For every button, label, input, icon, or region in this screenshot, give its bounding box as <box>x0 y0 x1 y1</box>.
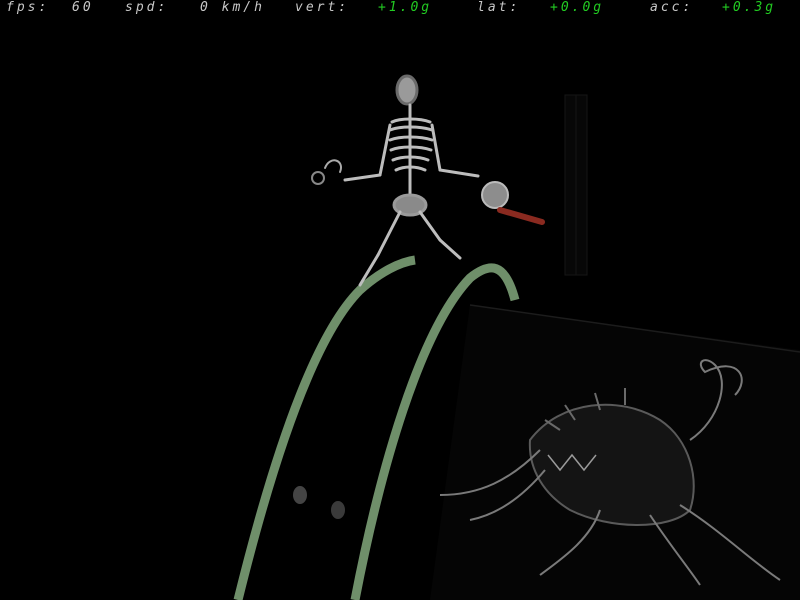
track-light-left <box>293 486 307 504</box>
vertical-g-label: vert: <box>295 0 350 15</box>
skeleton-figure <box>311 74 545 287</box>
acceleration-label: acc: <box>650 0 694 15</box>
vertical-g-value: +1.0g <box>378 0 433 15</box>
lateral-g-value: +0.0g <box>550 0 605 15</box>
fps-label: fps: <box>6 0 50 15</box>
track-light-right <box>331 501 345 519</box>
speed-label: spd: <box>125 0 169 15</box>
acceleration-value: +0.3g <box>722 0 777 15</box>
hud-bar: fps: 60 spd: 0 km/h vert: +1.0g lat: +0.… <box>0 0 800 18</box>
fps-value: 60 <box>72 0 94 15</box>
speed-value: 0 km/h <box>200 0 265 15</box>
lateral-g-label: lat: <box>477 0 521 15</box>
game-viewport[interactable] <box>0 0 800 600</box>
track-rail-left <box>233 255 416 600</box>
